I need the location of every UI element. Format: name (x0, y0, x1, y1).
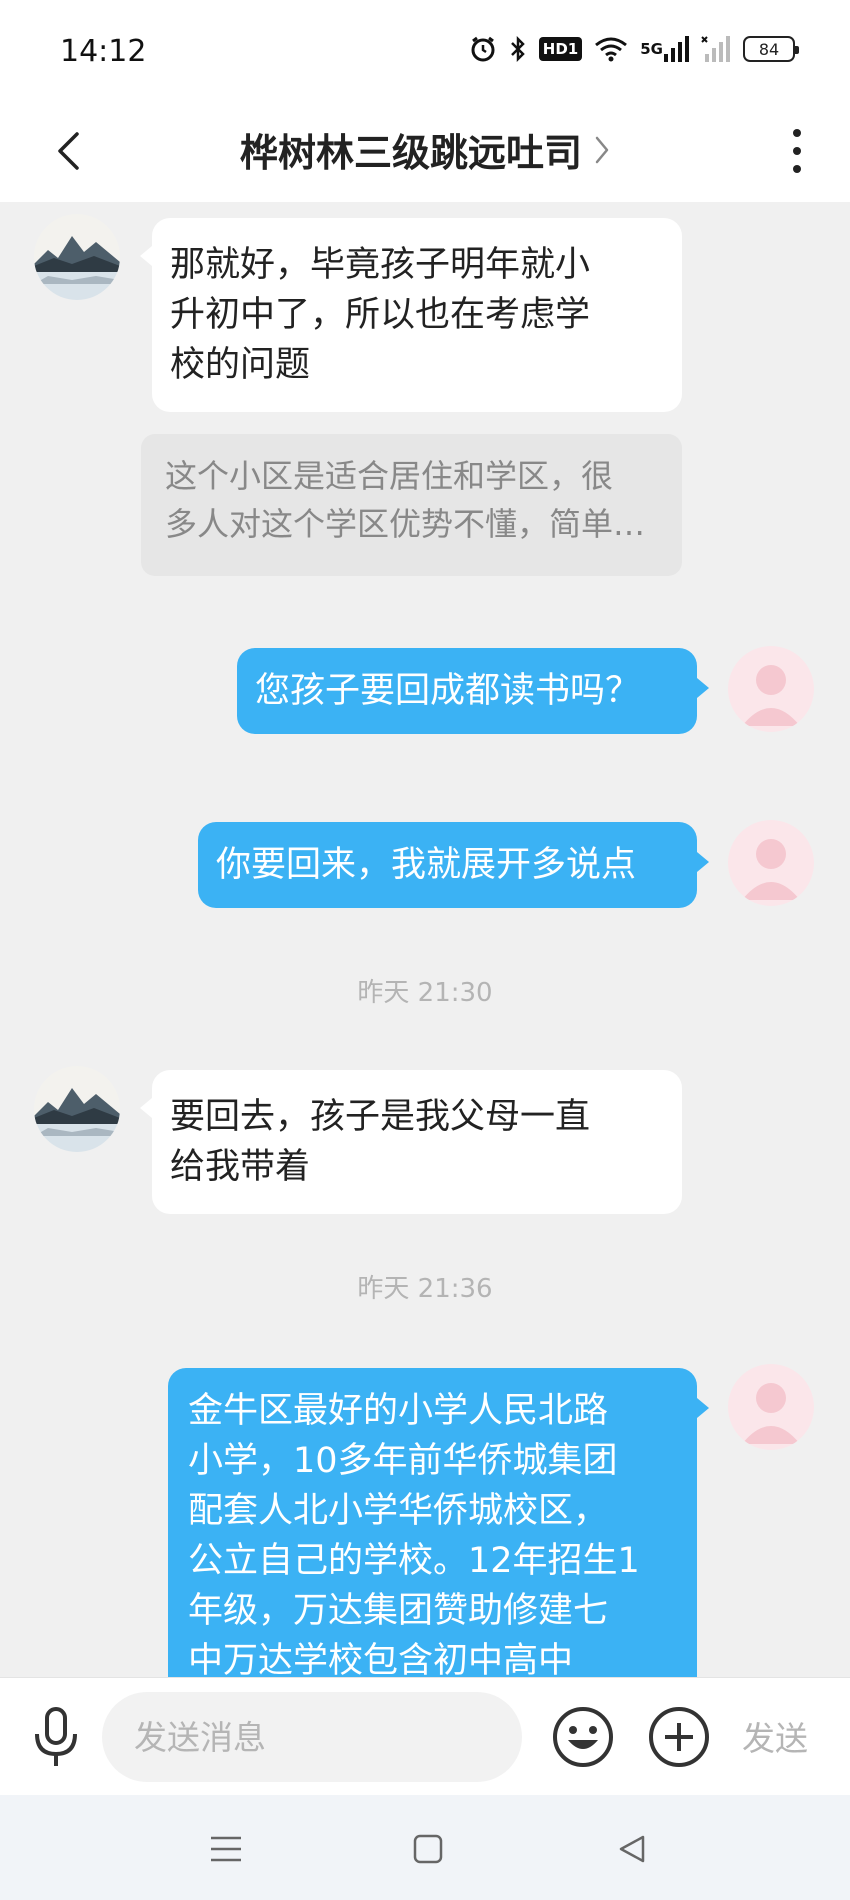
contact-avatar[interactable] (34, 214, 120, 300)
microphone-icon (35, 1707, 77, 1766)
alarm-icon (469, 32, 497, 66)
user-avatar[interactable] (728, 1364, 814, 1450)
signal-icon (701, 32, 731, 66)
send-button[interactable]: 发送 (742, 1712, 808, 1760)
emoji-icon (553, 1707, 613, 1767)
home-square-icon (413, 1834, 443, 1864)
message-bubble-incoming[interactable]: 要回去，孩子是我父母一直 给我带着 (140, 1070, 682, 1214)
user-avatar[interactable] (728, 820, 814, 906)
message-text-line: 配套人北小学华侨城校区， (188, 1491, 609, 1531)
message-bubble-outgoing[interactable]: 你要回来，我就展开多说点 (198, 822, 709, 908)
home-button[interactable] (406, 1827, 450, 1871)
status-bar: 14:12 HD1 5G 84 (0, 0, 850, 100)
chat-header: 桦树林三级跳远吐司 (0, 100, 850, 202)
message-bubble-outgoing[interactable]: 金牛区最好的小学人民北路 小学，10多年前华侨城集团 配套人北小学华侨城校区， … (168, 1368, 709, 1677)
menu-button[interactable] (204, 1827, 248, 1871)
message-text-line: 中万达学校包含初中高中 (188, 1641, 574, 1677)
battery-level: 84 (758, 39, 780, 59)
hd-icon: HD1 (538, 32, 583, 66)
message-text-line: 校的问题 (170, 345, 311, 385)
timestamp-separator: 昨天 21:30 (357, 978, 493, 1008)
quoted-message-card[interactable]: 这个小区是适合居住和学区，很 多人对这个学区优势不懂，简单… (141, 434, 682, 576)
battery-icon: 84 (743, 36, 799, 62)
user-avatar[interactable] (728, 646, 814, 732)
more-vertical-icon (793, 129, 801, 137)
quote-text-line: 这个小区是适合居住和学区，很 (165, 457, 614, 495)
message-input[interactable] (102, 1692, 522, 1782)
message-text-line: 要回去，孩子是我父母一直 (170, 1097, 591, 1137)
system-navigation-bar (0, 1795, 850, 1900)
status-icons: HD1 5G 84 (469, 32, 799, 66)
chevron-right-icon (595, 136, 609, 163)
message-text-line: 小学，10多年前华侨城集团 (188, 1441, 618, 1481)
emoji-button[interactable] (552, 1706, 614, 1768)
message-text-line: 公立自己的学校。12年招生1 (188, 1541, 640, 1581)
attach-button[interactable] (648, 1706, 710, 1768)
system-back-button[interactable] (610, 1827, 654, 1871)
contact-avatar[interactable] (34, 1066, 120, 1152)
back-triangle-icon (619, 1835, 645, 1863)
voice-input-button[interactable] (26, 1702, 86, 1772)
bluetooth-icon (509, 32, 527, 66)
timestamp-separator: 昨天 21:36 (357, 1274, 493, 1304)
signal-5g-icon: 5G (640, 32, 689, 66)
message-text-line: 金牛区最好的小学人民北路 (188, 1391, 609, 1431)
message-text-line: 给我带着 (170, 1147, 311, 1187)
more-options-button[interactable] (772, 116, 822, 186)
message-text: 你要回来，我就展开多说点 (216, 845, 637, 885)
plus-circle-icon (649, 1707, 709, 1767)
chat-message-list[interactable]: 那就好，毕竟孩子明年就小 升初中了，所以也在考虑学 校的问题 这个小区是适合居住… (0, 202, 850, 1677)
message-text: 您孩子要回成都读书吗？ (255, 671, 641, 711)
message-text-line: 年级，万达集团赞助修建七 (188, 1591, 609, 1631)
message-input-bar: 发送 (0, 1677, 850, 1795)
wifi-icon (594, 32, 628, 66)
menu-icon (211, 1836, 241, 1862)
message-bubble-outgoing[interactable]: 您孩子要回成都读书吗？ (237, 648, 709, 734)
chat-title-area[interactable]: 桦树林三级跳远吐司 (0, 122, 850, 177)
message-text-line: 升初中了，所以也在考虑学 (170, 295, 591, 335)
message-bubble-incoming[interactable]: 那就好，毕竟孩子明年就小 升初中了，所以也在考虑学 校的问题 (140, 218, 682, 412)
quote-text-line: 多人对这个学区优势不懂，简单… (165, 505, 646, 543)
chat-title: 桦树林三级跳远吐司 (239, 131, 582, 175)
message-text-line: 那就好，毕竟孩子明年就小 (170, 245, 591, 285)
status-time: 14:12 (60, 34, 147, 69)
